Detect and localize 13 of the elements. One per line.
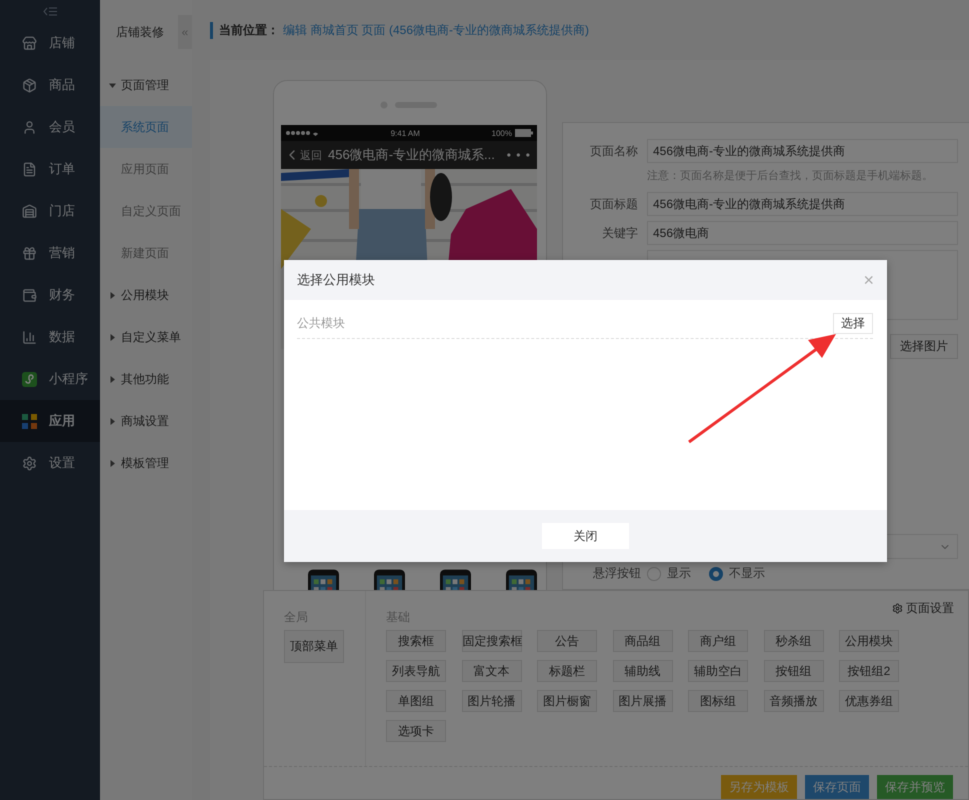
dialog-title: 选择公用模块 — [297, 271, 375, 289]
battery-level: 100% — [492, 128, 512, 138]
radio-label: 不显示 — [729, 565, 765, 582]
status-time: 9:41 AM — [390, 128, 420, 138]
radio-label: 显示 — [667, 565, 691, 582]
field-label: 页面名称 — [589, 142, 638, 160]
breadcrumb-label: 当前位置： — [210, 22, 279, 38]
module-label: 公共模块 — [297, 315, 345, 332]
field-label: 页面标题 — [589, 196, 638, 212]
field-label: 关键字 — [601, 224, 638, 242]
page-title: 456微电商-专业的微商城系... — [328, 146, 496, 164]
field-label: 悬浮按钮 — [593, 565, 641, 582]
section-title: 店铺装修 — [116, 24, 164, 40]
